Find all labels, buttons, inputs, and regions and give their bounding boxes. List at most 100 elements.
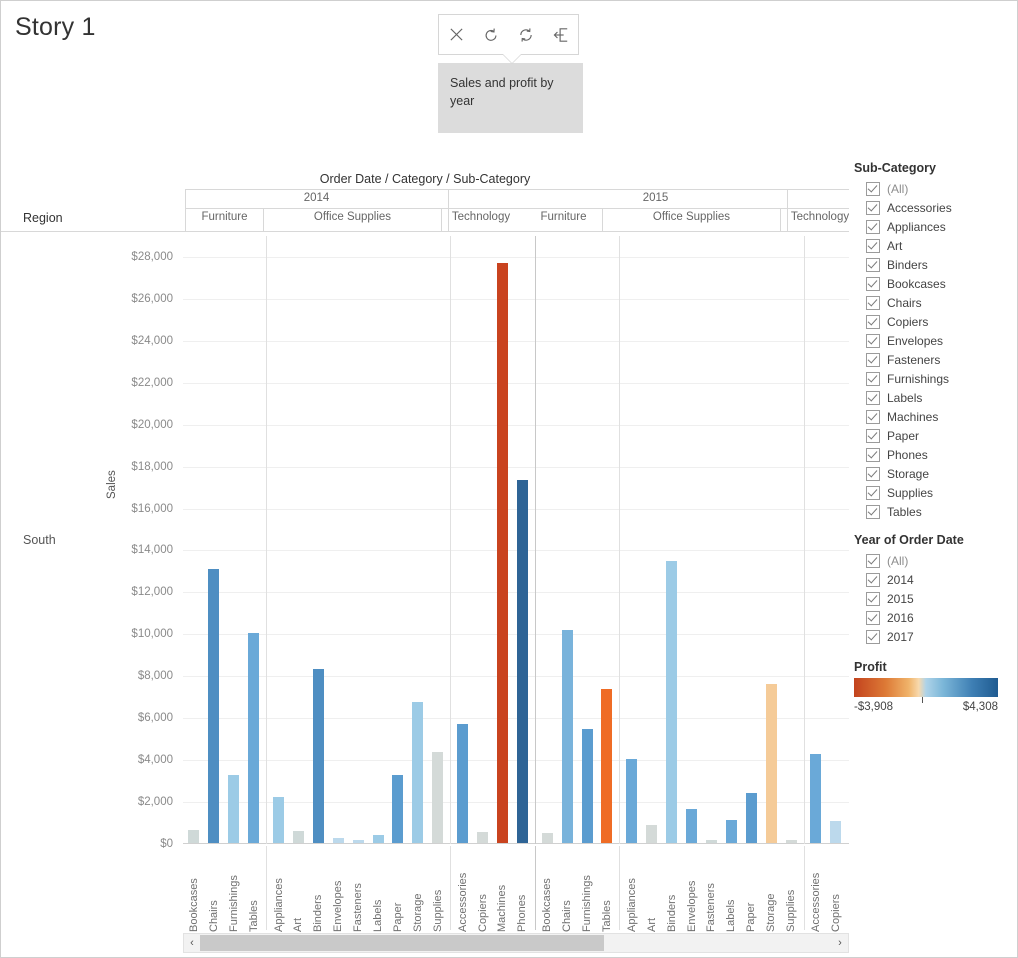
x-axis-tick-label[interactable]: Supplies <box>432 848 444 932</box>
filter-item-binders[interactable]: Binders <box>854 255 1017 274</box>
bar-mark[interactable] <box>765 683 777 843</box>
plot-area[interactable] <box>183 236 849 844</box>
x-axis-tick-label[interactable]: Bookcases <box>188 848 200 932</box>
x-axis-tick-label[interactable]: Furnishings <box>228 848 240 932</box>
bar-mark[interactable] <box>273 796 285 843</box>
x-axis-tick-label[interactable]: Appliances <box>626 848 638 932</box>
x-axis-tick-label[interactable]: Copiers <box>477 848 489 932</box>
bar-mark[interactable] <box>516 480 528 843</box>
bar-mark[interactable] <box>248 633 260 843</box>
checkbox-checked-icon[interactable] <box>866 352 880 367</box>
filter-item-art[interactable]: Art <box>854 236 1017 255</box>
x-axis-tick-label[interactable]: Supplies <box>785 848 797 932</box>
scrollbar-track[interactable] <box>200 935 832 951</box>
x-axis-tick-label[interactable]: Tables <box>601 848 613 932</box>
bar-mark[interactable] <box>626 759 638 843</box>
x-axis-tick-label[interactable]: Art <box>646 848 658 932</box>
x-axis-tick-label[interactable]: Labels <box>725 848 737 932</box>
story-point-caption[interactable]: Sales and profit by year <box>438 63 583 133</box>
filter-item-all[interactable]: (All) <box>854 179 1017 198</box>
bar-mark[interactable] <box>646 824 658 843</box>
header-category-furniture-2014[interactable]: Furniture <box>186 211 263 223</box>
filter-item-copiers[interactable]: Copiers <box>854 312 1017 331</box>
bar-mark[interactable] <box>810 753 822 843</box>
bar-mark[interactable] <box>392 775 404 843</box>
bar-mark[interactable] <box>830 821 842 843</box>
bar-mark[interactable] <box>686 808 698 843</box>
checkbox-checked-icon[interactable] <box>866 409 880 424</box>
bar-mark[interactable] <box>412 702 424 843</box>
x-axis-tick-label[interactable]: Paper <box>745 848 757 932</box>
bar-mark[interactable] <box>208 569 220 843</box>
x-axis-tick-label[interactable]: Storage <box>412 848 424 932</box>
x-axis-tick-label[interactable]: Binders <box>666 848 678 932</box>
header-category-furniture-2015[interactable]: Furniture <box>525 211 602 223</box>
checkbox-checked-icon[interactable] <box>866 257 880 272</box>
x-axis-tick-label[interactable]: Machines <box>496 848 508 932</box>
x-axis-tick-label[interactable]: Labels <box>372 848 384 932</box>
bar-mark[interactable] <box>457 724 469 843</box>
checkbox-checked-icon[interactable] <box>866 371 880 386</box>
row-header-south[interactable]: South <box>23 533 56 547</box>
bar-mark[interactable] <box>228 774 240 843</box>
bar-mark[interactable] <box>541 833 553 843</box>
bar-mark[interactable] <box>601 688 613 843</box>
checkbox-checked-icon[interactable] <box>866 629 880 644</box>
checkbox-checked-icon[interactable] <box>866 276 880 291</box>
filter-item-bookcases[interactable]: Bookcases <box>854 274 1017 293</box>
bar-mark[interactable] <box>496 263 508 843</box>
filter-list-year-of-order-date[interactable]: (All) 2014 2015 2016 2017 <box>854 551 1017 646</box>
x-axis-tick-label[interactable]: Fasteners <box>705 848 717 932</box>
filter-item-labels[interactable]: Labels <box>854 388 1017 407</box>
x-axis-tick-label[interactable]: Chairs <box>561 848 573 932</box>
filter-item-machines[interactable]: Machines <box>854 407 1017 426</box>
bar-mark[interactable] <box>477 831 489 843</box>
checkbox-checked-icon[interactable] <box>866 200 880 215</box>
bar-mark[interactable] <box>581 728 593 843</box>
filter-item-2017[interactable]: 2017 <box>854 627 1017 646</box>
horizontal-scrollbar[interactable]: ‹ › <box>183 933 849 953</box>
bar-mark[interactable] <box>352 840 364 843</box>
bar-mark[interactable] <box>745 792 757 843</box>
checkbox-checked-icon[interactable] <box>866 428 880 443</box>
header-category-office-supplies-2014[interactable]: Office Supplies <box>264 211 441 223</box>
bar-mark[interactable] <box>725 820 737 843</box>
x-axis-tick-label[interactable]: Tables <box>248 848 260 932</box>
bar-mark[interactable] <box>332 837 344 843</box>
x-axis-tick-label[interactable]: Phones <box>516 848 528 932</box>
x-axis-tick-label[interactable]: Accessories <box>457 848 469 932</box>
checkbox-checked-icon[interactable] <box>866 181 880 196</box>
checkbox-checked-icon[interactable] <box>866 314 880 329</box>
filter-item-2016[interactable]: 2016 <box>854 608 1017 627</box>
checkbox-checked-icon[interactable] <box>866 553 880 568</box>
checkbox-checked-icon[interactable] <box>866 333 880 348</box>
checkbox-checked-icon[interactable] <box>866 238 880 253</box>
filter-item-fasteners[interactable]: Fasteners <box>854 350 1017 369</box>
x-axis-tick-label[interactable]: Bookcases <box>541 848 553 932</box>
header-category-technology-2015[interactable]: Technology <box>781 211 859 223</box>
filter-item-furnishings[interactable]: Furnishings <box>854 369 1017 388</box>
filter-item-paper[interactable]: Paper <box>854 426 1017 445</box>
filter-item-2014[interactable]: 2014 <box>854 570 1017 589</box>
checkbox-checked-icon[interactable] <box>866 390 880 405</box>
x-axis-tick-label[interactable]: Paper <box>392 848 404 932</box>
x-axis-tick-label[interactable]: Envelopes <box>332 848 344 932</box>
bar-mark[interactable] <box>785 840 797 843</box>
checkbox-checked-icon[interactable] <box>866 610 880 625</box>
filter-list-sub-category[interactable]: (All) Accessories Appliances Art Binders Book… <box>854 179 1017 521</box>
x-axis-tick-label[interactable]: Fasteners <box>352 848 364 932</box>
header-year-2014[interactable]: 2014 <box>185 192 448 204</box>
bar-mark[interactable] <box>372 835 384 843</box>
scroll-left-arrow[interactable]: ‹ <box>184 937 200 949</box>
filter-item-appliances[interactable]: Appliances <box>854 217 1017 236</box>
x-axis-tick-label[interactable]: Binders <box>312 848 324 932</box>
bar-mark[interactable] <box>312 668 324 843</box>
bar-mark[interactable] <box>432 752 444 843</box>
x-axis-tick-label[interactable]: Chairs <box>208 848 220 932</box>
filter-item-2015[interactable]: 2015 <box>854 589 1017 608</box>
x-axis-tick-label[interactable]: Copiers <box>830 848 842 932</box>
bar-mark[interactable] <box>705 840 717 843</box>
scroll-right-arrow[interactable]: › <box>832 937 848 949</box>
bar-mark[interactable] <box>561 630 573 843</box>
header-category-technology-2014[interactable]: Technology <box>442 211 520 223</box>
